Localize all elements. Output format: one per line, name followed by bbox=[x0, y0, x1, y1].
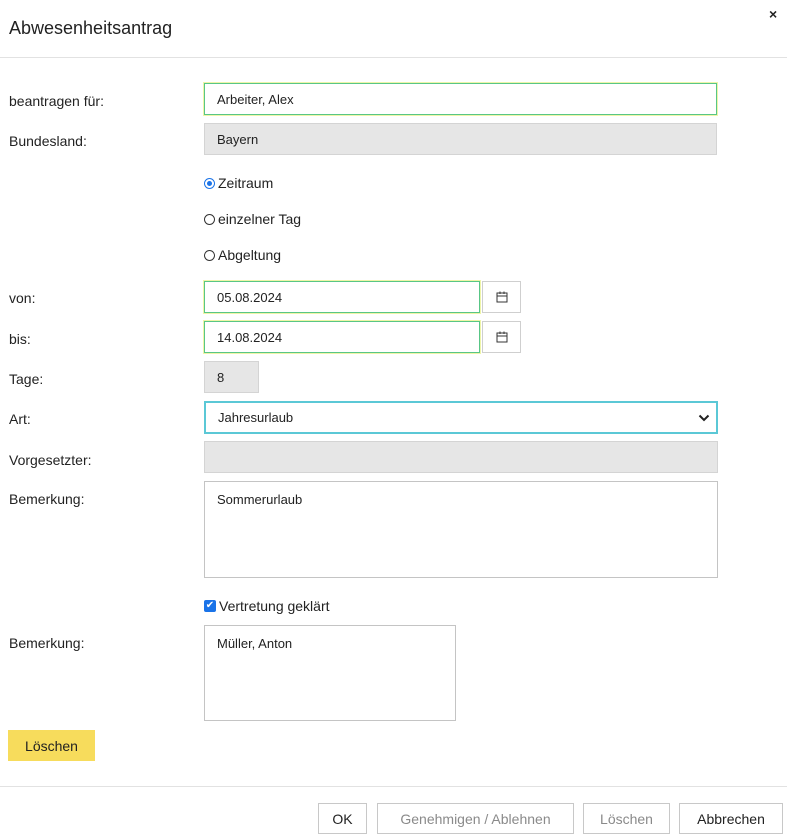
ok-button[interactable]: OK bbox=[318, 803, 367, 834]
bemerkung-label: Bemerkung: bbox=[9, 491, 85, 507]
bis-input[interactable]: 14.08.2024 bbox=[204, 321, 480, 353]
beantragen-label: beantragen für: bbox=[9, 93, 104, 109]
radio-abgeltung[interactable]: Abgeltung bbox=[204, 247, 281, 263]
art-value: Jahresurlaub bbox=[218, 410, 294, 425]
radio-einzelner-tag-label: einzelner Tag bbox=[218, 211, 302, 227]
vertretung-checkbox[interactable]: ✔ Vertretung geklärt bbox=[204, 598, 330, 614]
dialog-title: Abwesenheitsantrag bbox=[9, 18, 173, 38]
bemerkung2-label: Bemerkung: bbox=[9, 635, 85, 651]
checkbox-checked-icon[interactable]: ✔ bbox=[204, 600, 216, 612]
radio-zeitraum-indicator[interactable] bbox=[204, 177, 215, 189]
beantragen-value: Arbeiter, Alex bbox=[217, 91, 294, 107]
bemerkung-value: Sommerurlaub bbox=[217, 492, 303, 507]
loeschen-primary-button[interactable]: Löschen bbox=[8, 730, 95, 761]
bundesland-value: Bayern bbox=[217, 131, 259, 147]
vertretung-label: Vertretung geklärt bbox=[219, 598, 330, 614]
tage-field: 8 bbox=[204, 361, 259, 393]
tage-value: 8 bbox=[217, 369, 225, 385]
art-select[interactable]: Jahresurlaub bbox=[204, 401, 718, 434]
bemerkung-textarea[interactable]: Sommerurlaub bbox=[204, 481, 718, 578]
bis-value: 14.08.2024 bbox=[217, 329, 283, 345]
radio-einzelner-tag[interactable]: einzelner Tag bbox=[204, 211, 301, 227]
abbrechen-button[interactable]: Abbrechen bbox=[679, 803, 783, 834]
radio-abgeltung-indicator[interactable] bbox=[204, 249, 215, 261]
radio-zeitraum[interactable]: Zeitraum bbox=[204, 175, 273, 191]
von-label: von: bbox=[9, 290, 36, 306]
close-icon[interactable]: × bbox=[769, 6, 777, 22]
tage-label: Tage: bbox=[9, 371, 44, 387]
vorgesetzter-label: Vorgesetzter: bbox=[9, 452, 92, 468]
genehmigen-button[interactable]: Genehmigen / Ablehnen bbox=[377, 803, 574, 834]
loeschen-button[interactable]: Löschen bbox=[583, 803, 670, 834]
radio-abgeltung-label: Abgeltung bbox=[218, 247, 282, 263]
bis-calendar-button[interactable] bbox=[482, 321, 521, 353]
beantragen-input[interactable]: Arbeiter, Alex bbox=[204, 83, 717, 115]
header-divider bbox=[0, 57, 787, 58]
calendar-icon bbox=[496, 331, 507, 343]
von-input[interactable]: 05.08.2024 bbox=[204, 281, 480, 313]
bis-label: bis: bbox=[9, 331, 31, 347]
vorgesetzter-field bbox=[204, 441, 718, 473]
bundesland-field: Bayern bbox=[204, 123, 717, 155]
von-value: 05.08.2024 bbox=[217, 289, 283, 305]
radio-einzelner-tag-indicator[interactable] bbox=[204, 213, 215, 225]
footer-divider bbox=[0, 786, 787, 787]
art-label: Art: bbox=[9, 411, 31, 427]
bemerkung2-textarea[interactable]: Müller, Anton bbox=[204, 625, 456, 721]
radio-zeitraum-label: Zeitraum bbox=[218, 175, 274, 191]
von-calendar-button[interactable] bbox=[482, 281, 521, 313]
calendar-icon bbox=[496, 291, 507, 303]
bemerkung2-value: Müller, Anton bbox=[217, 636, 293, 651]
chevron-down-icon bbox=[698, 414, 710, 421]
bundesland-label: Bundesland: bbox=[9, 133, 87, 149]
